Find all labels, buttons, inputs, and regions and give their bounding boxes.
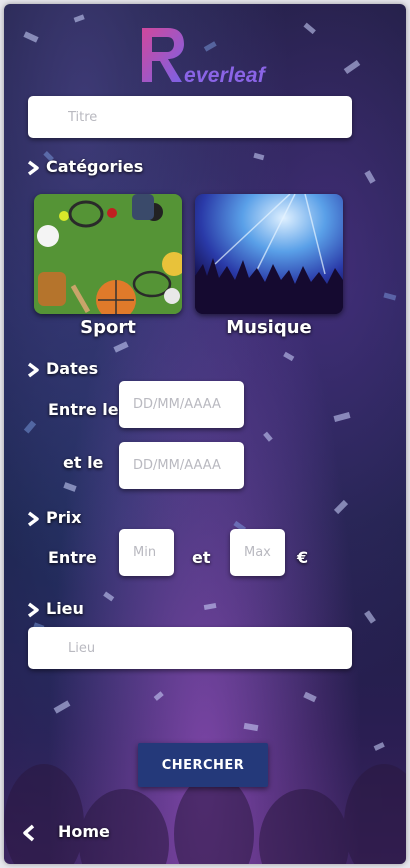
price-min-input[interactable] [119, 529, 174, 576]
home-label: Home [58, 822, 110, 841]
sport-image [34, 194, 182, 314]
logo-text: everleaf [184, 64, 265, 87]
price-heading-label: Prix [46, 508, 82, 527]
date-from-label: Entre le [48, 400, 119, 419]
home-link[interactable]: Home [22, 822, 110, 842]
logo-r-mark [142, 28, 184, 82]
chevron-right-icon [27, 160, 39, 175]
date-from-input[interactable] [119, 381, 244, 428]
dates-heading[interactable]: Dates [26, 359, 98, 378]
chevron-right-icon [27, 511, 39, 526]
chevron-left-icon [23, 824, 35, 841]
app-screen: everleaf Catégories Sport [4, 4, 406, 864]
location-heading-label: Lieu [46, 599, 84, 618]
price-and-label: et [192, 548, 211, 567]
price-between-label: Entre [48, 548, 97, 567]
price-max-input[interactable] [230, 529, 285, 576]
location-heading[interactable]: Lieu [26, 599, 84, 618]
search-button[interactable]: CHERCHER [138, 743, 268, 787]
location-input[interactable] [28, 627, 352, 669]
app-logo: everleaf [138, 24, 278, 90]
categories-heading[interactable]: Catégories [26, 157, 143, 176]
chevron-right-icon [27, 602, 39, 617]
chevron-right-icon [27, 362, 39, 377]
category-card-musique[interactable] [195, 194, 343, 314]
date-to-label: et le [63, 453, 104, 472]
currency-symbol: € [297, 548, 309, 567]
price-heading[interactable]: Prix [26, 508, 81, 527]
date-to-input[interactable] [119, 442, 244, 489]
category-label-musique[interactable]: Musique [195, 317, 343, 338]
music-image [195, 194, 343, 314]
dates-heading-label: Dates [46, 359, 99, 378]
title-input[interactable] [28, 96, 352, 138]
category-card-sport[interactable] [34, 194, 182, 314]
categories-heading-label: Catégories [46, 157, 144, 176]
category-label-sport[interactable]: Sport [34, 317, 182, 338]
